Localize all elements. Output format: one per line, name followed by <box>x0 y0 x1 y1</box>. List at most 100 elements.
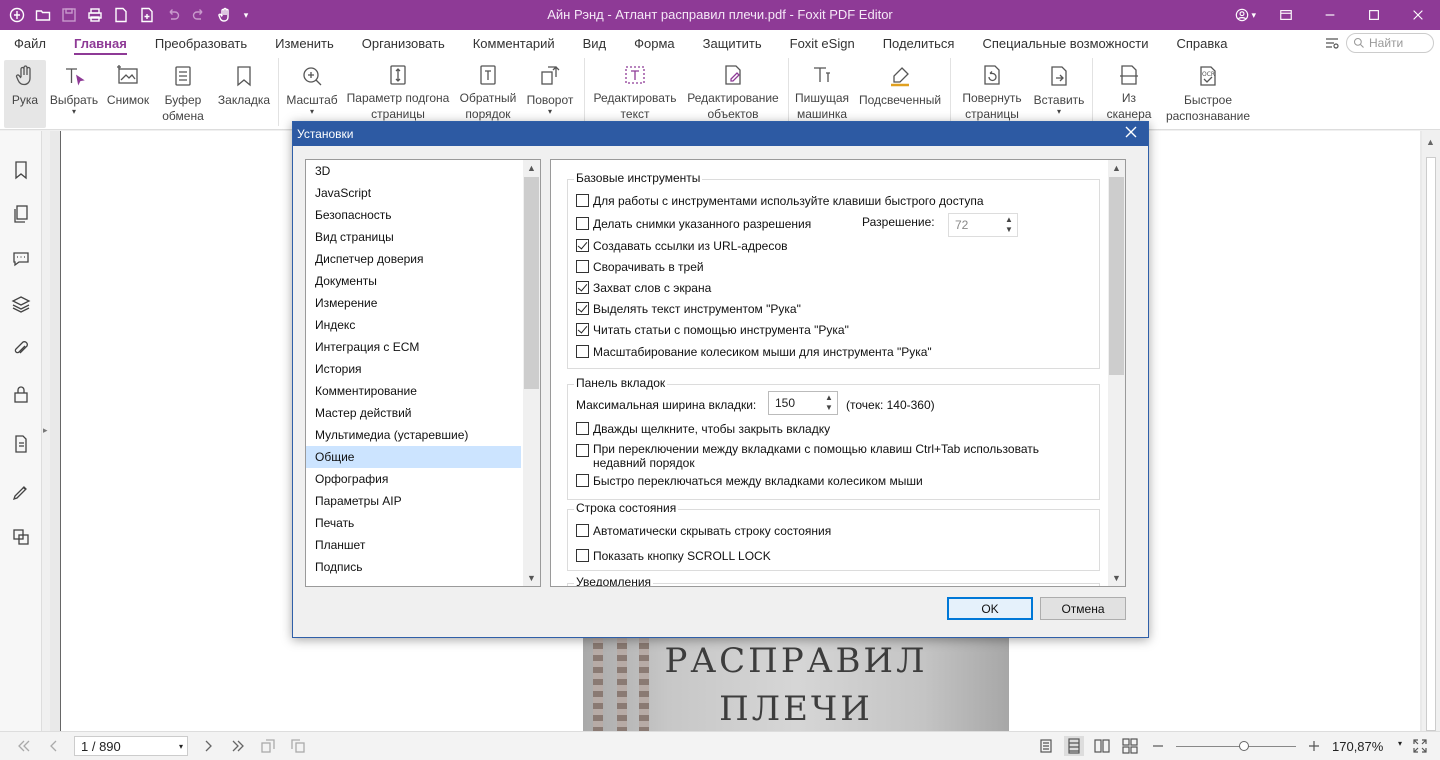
next-view-icon[interactable] <box>288 736 308 756</box>
compare-panel-icon[interactable] <box>10 526 32 548</box>
category-item[interactable]: Вид страницы <box>306 226 521 248</box>
fit-page-button[interactable]: Параметр подгона страницы <box>342 60 454 122</box>
customize-qat-icon[interactable]: ▾ <box>240 4 252 26</box>
scroll-lock-button-checkbox[interactable]: Показать кнопку SCROLL LOCK <box>576 549 771 563</box>
url-links-checkbox[interactable]: Создавать ссылки из URL-адресов <box>576 239 788 253</box>
scroll-thumb[interactable] <box>1426 157 1436 731</box>
category-item[interactable]: Безопасность <box>306 204 521 226</box>
zoom-level-select[interactable]: 170,87% ▾ <box>1332 739 1402 754</box>
category-item[interactable]: Документы <box>306 270 521 292</box>
search-input[interactable]: Найти <box>1346 33 1434 53</box>
zoom-slider[interactable] <box>1176 736 1296 756</box>
hand-select-text-checkbox[interactable]: Выделять текст инструментом "Рука" <box>576 302 801 316</box>
minimize-tray-checkbox[interactable]: Сворачивать в трей <box>576 260 704 274</box>
page-number-input[interactable]: 1 / 890 ▾ <box>74 736 188 756</box>
checkbox-box[interactable] <box>576 302 589 315</box>
last-page-icon[interactable] <box>228 736 248 756</box>
attachments-panel-icon[interactable] <box>10 338 32 360</box>
menu-organize[interactable]: Организовать <box>362 32 445 55</box>
highlight-button[interactable]: Подсвеченный <box>854 60 946 128</box>
scroll-up-icon[interactable]: ▲ <box>1108 160 1125 176</box>
scroll-down-icon[interactable]: ▼ <box>1108 570 1125 586</box>
category-item[interactable]: JavaScript <box>306 182 521 204</box>
snapshot-resolution-checkbox[interactable]: Делать снимки указанного разрешения <box>576 217 811 231</box>
open-folder-icon[interactable] <box>32 4 54 26</box>
category-item[interactable]: История <box>306 358 521 380</box>
checkbox-box[interactable] <box>576 323 589 336</box>
category-item[interactable]: Мастер действий <box>306 402 521 424</box>
hand-mode-icon[interactable] <box>214 4 236 26</box>
layers-panel-icon[interactable] <box>10 293 32 315</box>
select-tool-button[interactable]: Выбрать ▾ <box>48 60 100 128</box>
ctrl-tab-recent-order-checkbox[interactable]: При переключении между вкладками с помощ… <box>576 442 1076 470</box>
checkbox-box[interactable] <box>576 345 589 358</box>
pen-panel-icon[interactable] <box>10 481 32 503</box>
category-item[interactable]: Диспетчер доверия <box>306 248 521 270</box>
menu-home[interactable]: Главная <box>73 32 127 55</box>
category-item[interactable]: Мультимедиа (устаревшие) <box>306 424 521 446</box>
category-item[interactable]: Параметры AIP <box>306 490 521 512</box>
scroll-up-icon[interactable]: ▲ <box>523 160 540 176</box>
word-capture-checkbox[interactable]: Захват слов с экрана <box>576 281 711 295</box>
menu-accessibility[interactable]: Специальные возможности <box>982 32 1148 55</box>
create-pdf-icon[interactable] <box>136 4 158 26</box>
category-item[interactable]: Интеграция с ECM <box>306 336 521 358</box>
category-item[interactable]: Подпись <box>306 556 521 578</box>
full-screen-icon[interactable] <box>1410 736 1430 756</box>
bookmark-button[interactable]: Закладка <box>214 60 274 128</box>
menu-comment[interactable]: Комментарий <box>473 32 555 55</box>
document-scrollbar[interactable]: ▲ <box>1422 131 1440 731</box>
edit-text-button[interactable]: Редактировать текст <box>590 60 680 122</box>
single-page-view-icon[interactable] <box>1036 736 1056 756</box>
scroll-down-icon[interactable]: ▼ <box>523 570 540 586</box>
shortcut-keys-checkbox[interactable]: Для работы с инструментами используйте к… <box>576 194 984 208</box>
menu-help[interactable]: Справка <box>1176 32 1227 55</box>
category-item[interactable]: Орфография <box>306 468 521 490</box>
pages-panel-icon[interactable] <box>10 203 32 225</box>
edit-objects-button[interactable]: Редактирование объектов <box>682 60 784 122</box>
save-icon[interactable] <box>58 4 80 26</box>
spin-arrows-icon[interactable]: ▲ ▼ <box>1003 215 1015 235</box>
dialog-close-button[interactable] <box>1124 125 1140 141</box>
continuous-view-icon[interactable] <box>1064 736 1084 756</box>
reverse-order-button[interactable]: Обратный порядок <box>456 60 520 122</box>
from-scanner-button[interactable]: Из сканера <box>1098 60 1160 122</box>
rotate-pages-button[interactable]: Повернуть страницы <box>956 60 1028 122</box>
category-scrollbar[interactable]: ▲ ▼ <box>523 160 540 586</box>
menu-share[interactable]: Поделиться <box>883 32 955 55</box>
checkbox-box[interactable] <box>576 260 589 273</box>
insert-button[interactable]: Вставить ▾ <box>1030 60 1088 128</box>
minimize-button[interactable] <box>1308 0 1352 30</box>
scroll-thumb[interactable] <box>1109 177 1124 375</box>
cancel-button[interactable]: Отмена <box>1040 597 1126 620</box>
settings-scrollbar[interactable]: ▲ ▼ <box>1108 160 1125 586</box>
menu-protect[interactable]: Защитить <box>703 32 762 55</box>
zoom-slider-knob[interactable] <box>1238 741 1249 751</box>
previous-view-icon[interactable] <box>258 736 278 756</box>
wheel-switch-tabs-checkbox[interactable]: Быстро переключаться между вкладками кол… <box>576 474 923 488</box>
checkbox-box[interactable] <box>576 474 589 487</box>
scroll-up-icon[interactable]: ▲ <box>1426 137 1435 147</box>
spin-arrows-icon[interactable]: ▲ ▼ <box>823 393 835 413</box>
category-item[interactable]: Печать <box>306 512 521 534</box>
ocr-button[interactable]: OCR Быстрое распознавание <box>1162 60 1254 128</box>
zoom-button[interactable]: Масштаб ▾ <box>284 60 340 128</box>
print-icon[interactable] <box>84 4 106 26</box>
snapshot-button[interactable]: Снимок <box>104 60 152 128</box>
comments-panel-icon[interactable] <box>10 248 32 270</box>
account-menu[interactable]: ▾ <box>1235 8 1256 22</box>
facing-view-icon[interactable] <box>1092 736 1112 756</box>
scroll-thumb[interactable] <box>524 177 539 389</box>
new-document-icon[interactable] <box>110 4 132 26</box>
auto-hide-status-bar-checkbox[interactable]: Автоматически скрывать строку состояния <box>576 524 831 538</box>
category-item[interactable]: Индекс <box>306 314 521 336</box>
category-item-selected[interactable]: Общие <box>306 446 521 468</box>
hand-wheel-zoom-checkbox[interactable]: Масштабирование колесиком мыши для инстр… <box>576 345 932 359</box>
continuous-facing-view-icon[interactable] <box>1120 736 1140 756</box>
ribbon-options-button[interactable] <box>1264 0 1308 30</box>
max-tab-width-stepper[interactable]: 150 ▲ ▼ <box>768 391 838 415</box>
first-page-icon[interactable] <box>14 736 34 756</box>
menu-view[interactable]: Вид <box>583 32 607 55</box>
hand-tool-button[interactable]: Рука <box>4 60 46 128</box>
bookmarks-panel-icon[interactable] <box>10 159 32 181</box>
